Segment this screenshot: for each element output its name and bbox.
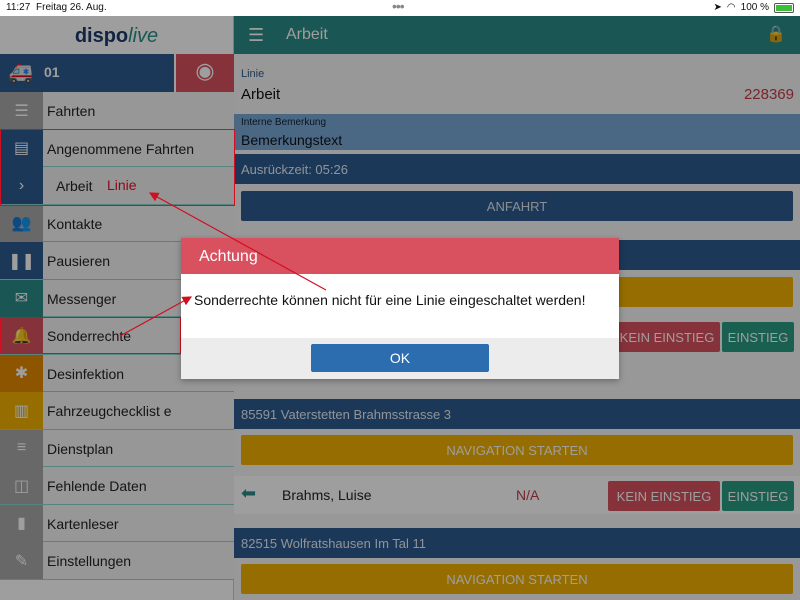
dialog-footer: OK xyxy=(181,338,619,379)
annotation-box-sonderrechte xyxy=(0,317,181,354)
ok-button[interactable]: OK xyxy=(311,344,489,372)
multitask-dots-icon[interactable]: ••• xyxy=(392,0,405,14)
alert-dialog: Achtung Sonderrechte können nicht für ei… xyxy=(181,238,619,379)
status-time: 11:27 xyxy=(6,2,31,13)
wifi-icon: ◠ xyxy=(726,2,736,13)
status-indicators: ➤ ◠ 100 % xyxy=(714,2,794,13)
dialog-message: Sonderrechte können nicht für eine Linie… xyxy=(194,292,586,308)
battery-label: 100 % xyxy=(740,2,769,13)
dialog-title: Achtung xyxy=(181,238,619,274)
battery-icon xyxy=(774,2,794,13)
annotation-box-arbeit xyxy=(0,129,235,206)
status-bar: 11:27 Freitag 26. Aug. ••• ➤ ◠ 100 % xyxy=(0,0,800,16)
location-icon: ➤ xyxy=(713,2,722,13)
status-date: Freitag 26. Aug. xyxy=(36,2,107,13)
